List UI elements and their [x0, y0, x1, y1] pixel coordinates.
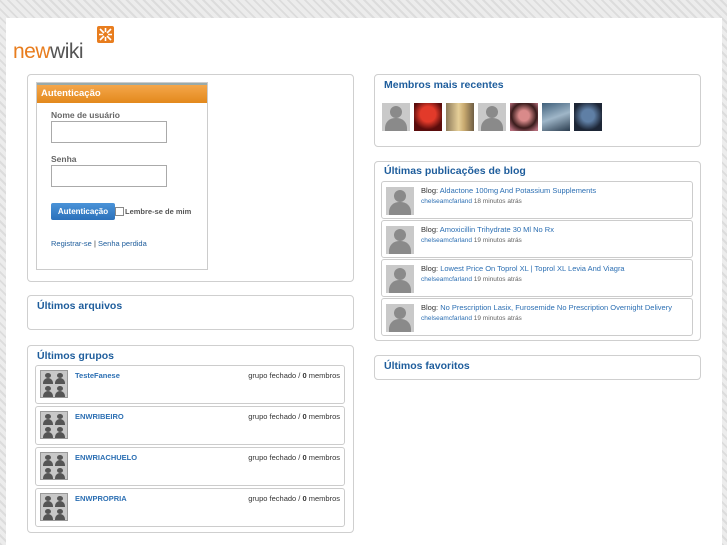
members-panel: Membros mais recentes [374, 74, 701, 147]
username-label: Nome de usuário [51, 110, 120, 120]
files-title[interactable]: Últimos arquivos [37, 300, 122, 312]
member-avatar[interactable] [478, 103, 506, 131]
blog-prefix: Blog: [421, 264, 441, 273]
blog-author-link[interactable]: chelseamcfarland [421, 315, 472, 322]
blog-post: Blog: Amoxicillin Trihydrate 30 Ml No Rx… [381, 220, 693, 258]
remember-label: Lembre-se de mim [125, 207, 192, 216]
blog-author-link[interactable]: chelseamcfarland [421, 276, 472, 283]
blog-prefix: Blog: [421, 186, 440, 195]
blog-post-meta: chelseamcfarland 19 minutos atrás [421, 276, 522, 283]
newwiki-logo[interactable]: newwiki [13, 26, 123, 66]
group-member-unit: membros [306, 453, 340, 462]
group-status: grupo fechado / [248, 453, 303, 462]
group-icon [40, 452, 68, 480]
group-meta: grupo fechado / 0 membros [248, 371, 340, 380]
blog-timestamp: 19 minutos atrás [471, 315, 522, 322]
link-separator: | [93, 239, 96, 248]
page: newwiki Autenticação Nome de usuário Sen… [6, 18, 722, 545]
blog-post-link[interactable]: Lowest Price On Toprol XL | Toprol XL Le… [440, 264, 624, 273]
logo-text-wiki: wiki [50, 40, 84, 63]
groups-title[interactable]: Últimos grupos [37, 350, 114, 362]
group-status: grupo fechado / [248, 494, 303, 503]
blog-post-meta: chelseamcfarland 19 minutos atrás [421, 315, 522, 322]
blog-timestamp: 18 minutos atrás [471, 198, 522, 205]
blog-author-link[interactable]: chelseamcfarland [421, 237, 472, 244]
favorites-title[interactable]: Últimos favoritos [384, 360, 470, 372]
files-panel: Últimos arquivos [27, 295, 354, 330]
logo-mark-icon [97, 26, 114, 43]
blog-prefix: Blog: [421, 303, 441, 312]
group-icon [40, 493, 68, 521]
logo-text-new: new [13, 40, 51, 63]
groups-panel: Últimos grupos TesteFanese grupo fechado… [27, 345, 354, 533]
blog-post-link[interactable]: Amoxicillin Trihydrate 30 Ml No Rx [440, 225, 554, 234]
blog-post-meta: chelseamcfarland 19 minutos atrás [421, 237, 522, 244]
login-box: Autenticação Nome de usuário Senha Auten… [36, 82, 208, 270]
login-button[interactable]: Autenticação [51, 203, 115, 220]
auth-panel: Autenticação Nome de usuário Senha Auten… [27, 74, 354, 282]
members-title[interactable]: Membros mais recentes [384, 79, 504, 91]
member-avatar[interactable] [382, 103, 410, 131]
blog-post-title: Blog: Amoxicillin Trihydrate 30 Ml No Rx [421, 225, 554, 234]
username-input[interactable] [51, 121, 167, 143]
password-input[interactable] [51, 165, 167, 187]
author-avatar[interactable] [386, 265, 414, 293]
member-avatar[interactable] [446, 103, 474, 131]
blog-prefix: Blog: [421, 225, 440, 234]
blog-post: Blog: No Prescription Lasix, Furosemide … [381, 298, 693, 336]
group-meta: grupo fechado / 0 membros [248, 494, 340, 503]
blog-post-title: Blog: Aldactone 100mg And Potassium Supp… [421, 186, 596, 195]
blog-post: Blog: Lowest Price On Toprol XL | Toprol… [381, 259, 693, 297]
member-avatar[interactable] [574, 103, 602, 131]
member-avatars [382, 103, 612, 131]
logo-text: newwiki [13, 40, 84, 64]
blog-post-link[interactable]: No Prescription Lasix, Furosemide No Pre… [440, 303, 672, 312]
group-status: grupo fechado / [248, 412, 303, 421]
login-title: Autenticação [37, 83, 207, 103]
favorites-panel: Últimos favoritos [374, 355, 701, 380]
group-icon [40, 370, 68, 398]
password-label: Senha [51, 154, 77, 164]
author-avatar[interactable] [386, 226, 414, 254]
blog-post-meta: chelseamcfarland 18 minutos atrás [421, 198, 522, 205]
group-status: grupo fechado / [248, 371, 303, 380]
register-link[interactable]: Registrar-se [51, 239, 92, 248]
group-member-unit: membros [306, 412, 340, 421]
group-member-unit: membros [306, 494, 340, 503]
group-meta: grupo fechado / 0 membros [248, 453, 340, 462]
group-name[interactable]: ENWRIBEIRO [75, 412, 124, 421]
author-avatar[interactable] [386, 187, 414, 215]
group-item[interactable]: ENWPROPRIA grupo fechado / 0 membros [35, 488, 345, 527]
author-avatar[interactable] [386, 304, 414, 332]
group-name[interactable]: ENWRIACHUELO [75, 453, 137, 462]
blog-author-link[interactable]: chelseamcfarland [421, 198, 472, 205]
blog-post-link[interactable]: Aldactone 100mg And Potassium Supplement… [440, 186, 596, 195]
group-item[interactable]: TesteFanese grupo fechado / 0 membros [35, 365, 345, 404]
member-avatar[interactable] [414, 103, 442, 131]
blog-post: Blog: Aldactone 100mg And Potassium Supp… [381, 181, 693, 219]
lost-password-link[interactable]: Senha perdida [98, 239, 147, 248]
auth-links: Registrar-se | Senha perdida [51, 239, 147, 248]
group-icon [40, 411, 68, 439]
blog-post-title: Blog: No Prescription Lasix, Furosemide … [421, 303, 672, 312]
group-member-unit: membros [306, 371, 340, 380]
group-meta: grupo fechado / 0 membros [248, 412, 340, 421]
remember-checkbox[interactable] [115, 207, 124, 216]
group-name[interactable]: ENWPROPRIA [75, 494, 127, 503]
blog-title[interactable]: Últimas publicações de blog [384, 165, 526, 177]
group-item[interactable]: ENWRIACHUELO grupo fechado / 0 membros [35, 447, 345, 486]
member-avatar[interactable] [542, 103, 570, 131]
blog-timestamp: 19 minutos atrás [471, 276, 522, 283]
blog-timestamp: 19 minutos atrás [471, 237, 522, 244]
group-name[interactable]: TesteFanese [75, 371, 120, 380]
member-avatar[interactable] [510, 103, 538, 131]
group-item[interactable]: ENWRIBEIRO grupo fechado / 0 membros [35, 406, 345, 445]
blog-post-title: Blog: Lowest Price On Toprol XL | Toprol… [421, 264, 625, 273]
blog-panel: Últimas publicações de blog Blog: Aldact… [374, 161, 701, 341]
